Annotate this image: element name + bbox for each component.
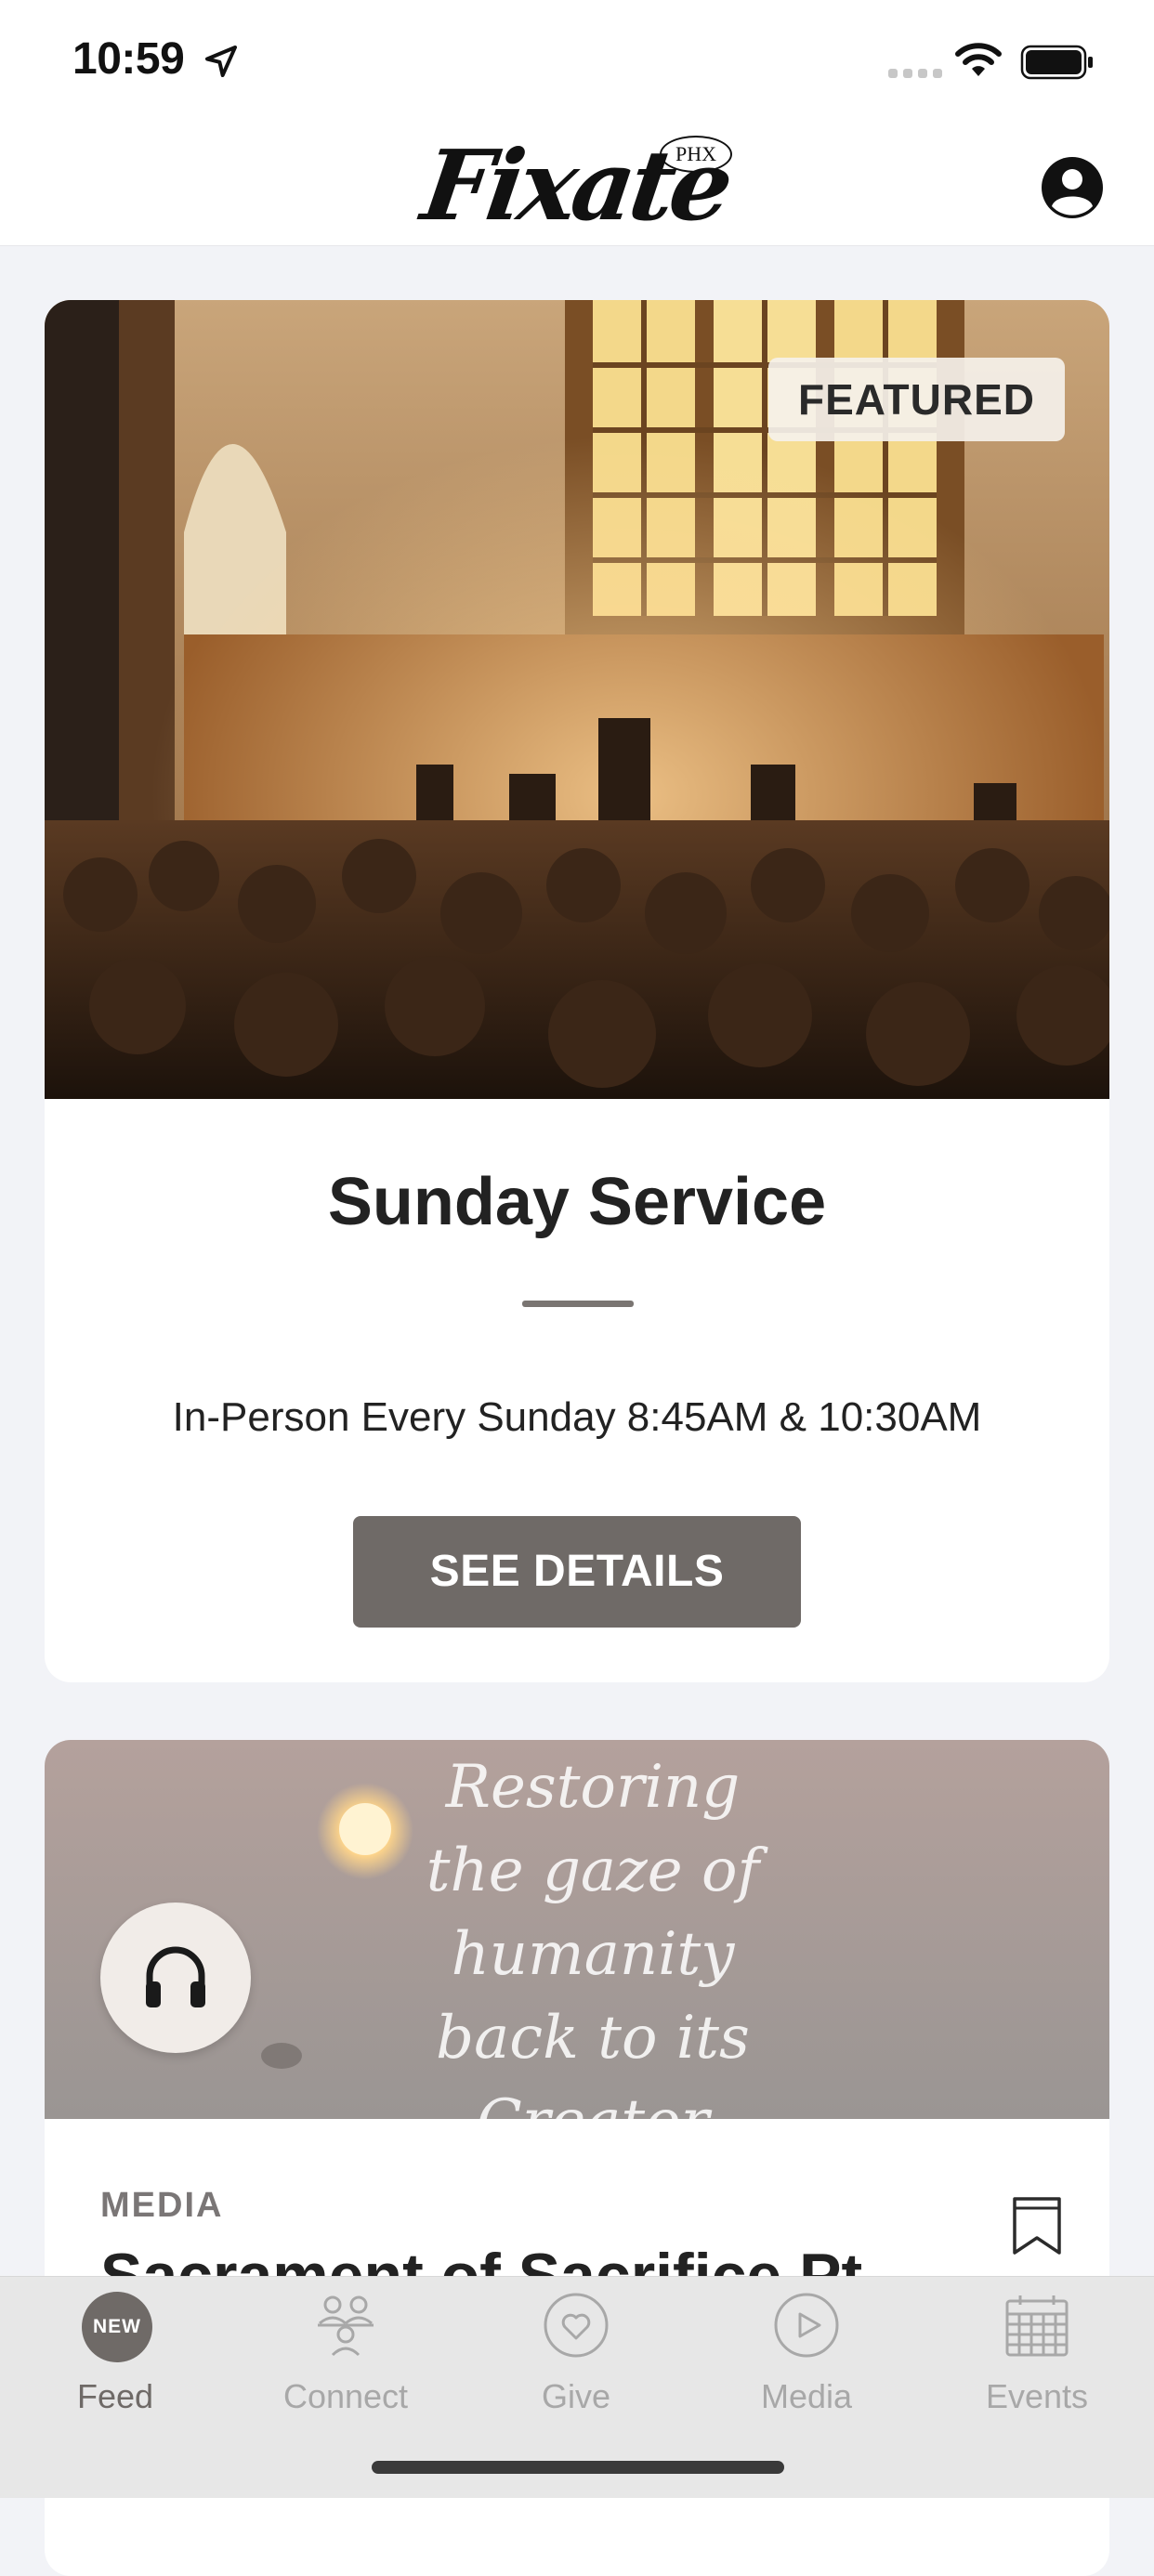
card-subtitle: In-Person Every Sunday 8:45AM & 10:30AM — [172, 1394, 982, 1440]
tab-label: Feed — [76, 2377, 154, 2415]
heart-icon — [544, 2293, 609, 2358]
status-time: 10:59 — [72, 34, 185, 84]
see-details-button[interactable]: SEE DETAILS — [353, 1516, 801, 1628]
bookmark-icon[interactable] — [1011, 2195, 1063, 2256]
wifi-icon — [955, 43, 1002, 76]
status-bar: 10:59 — [0, 0, 1154, 123]
tab-label: Connect — [282, 2377, 409, 2415]
battery-icon — [1020, 45, 1093, 80]
headphones-icon — [146, 1946, 205, 2007]
audio-play-button[interactable] — [100, 1903, 251, 2053]
play-icon — [774, 2293, 839, 2358]
fixate-logo[interactable]: Fixate PHX — [415, 123, 736, 242]
people-icon — [318, 2295, 374, 2357]
tab-label: Media — [760, 2377, 853, 2415]
tab-label: Give — [541, 2377, 611, 2415]
app-header: Fixate PHX — [0, 123, 1154, 246]
location-arrow-icon — [205, 46, 237, 77]
featured-card[interactable]: FEATURED Sunday Service In-Person Every … — [45, 300, 1109, 1682]
title-divider — [522, 1301, 634, 1307]
tab-media[interactable]: Media — [691, 2277, 922, 2444]
tab-give[interactable]: Give — [461, 2277, 691, 2444]
tab-label: Events — [985, 2377, 1089, 2415]
media-quote: Restoring the gaze of humanity back to i… — [426, 1753, 760, 2156]
calendar-icon — [1005, 2295, 1069, 2357]
user-circle-icon[interactable] — [1039, 154, 1106, 221]
signal-icon — [888, 69, 942, 78]
tab-events[interactable]: Events — [922, 2277, 1152, 2444]
tab-connect[interactable]: Connect — [230, 2277, 461, 2444]
tab-feed[interactable]: NEW Feed — [0, 2277, 230, 2444]
media-tag: MEDIA — [100, 2186, 224, 2225]
featured-badge: FEATURED — [767, 358, 1065, 441]
logo-badge: PHX — [660, 136, 732, 173]
home-indicator[interactable] — [372, 2461, 784, 2474]
new-badge-icon: NEW — [82, 2292, 152, 2362]
card-title: Sunday Service — [327, 1165, 827, 1239]
